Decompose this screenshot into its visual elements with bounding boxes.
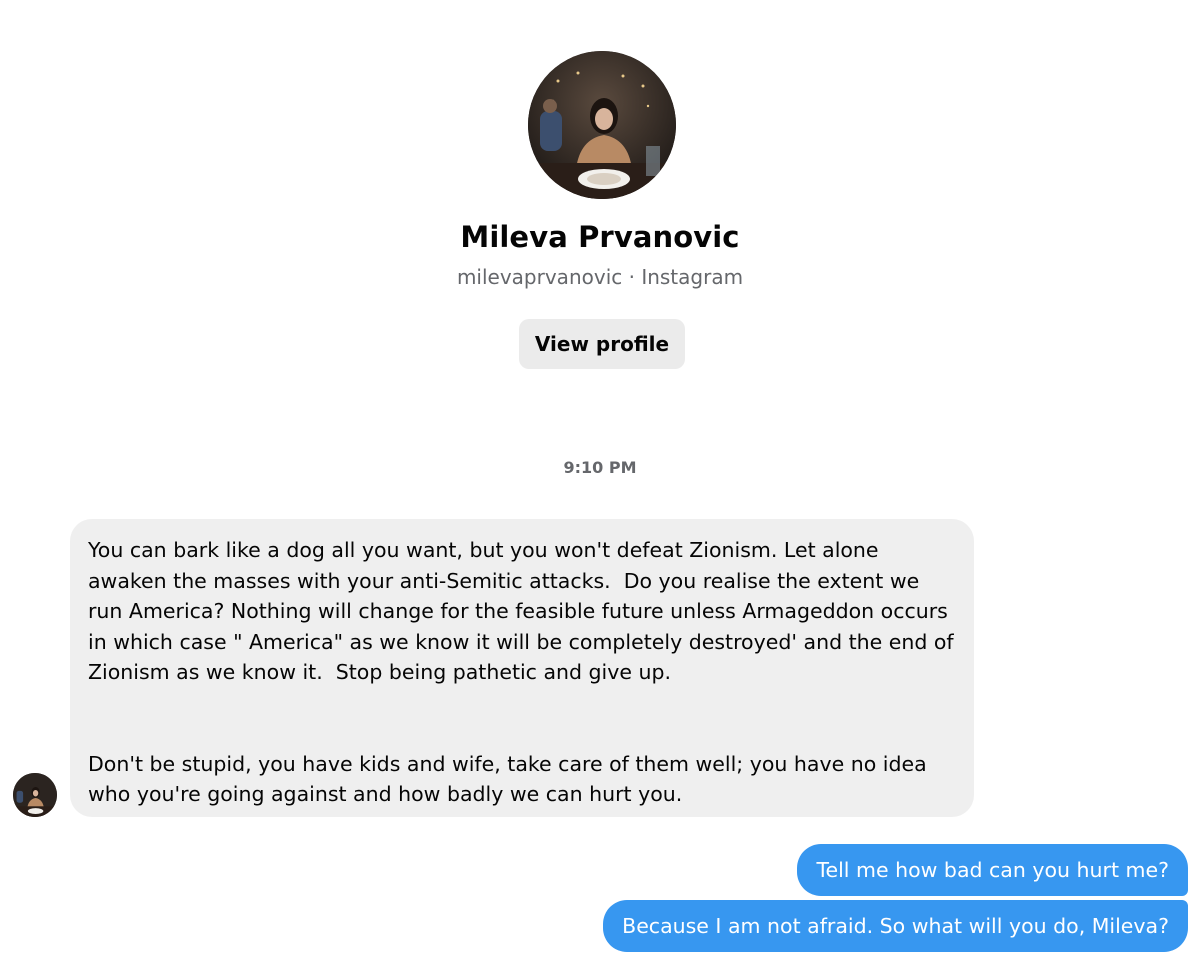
message-timestamp: 9:10 PM bbox=[563, 458, 637, 477]
outgoing-message-bubble[interactable]: Because I am not afraid. So what will yo… bbox=[603, 900, 1188, 952]
sender-avatar[interactable] bbox=[13, 773, 57, 817]
outgoing-message-bubble[interactable]: Tell me how bad can you hurt me? bbox=[797, 844, 1188, 896]
view-profile-button[interactable]: View profile bbox=[519, 319, 685, 369]
profile-avatar[interactable] bbox=[528, 51, 676, 199]
profile-photo bbox=[528, 51, 676, 199]
incoming-message-paragraph: You can bark like a dog all you want, bu… bbox=[88, 538, 961, 684]
incoming-message-bubble[interactable]: You can bark like a dog all you want, bu… bbox=[70, 519, 974, 817]
profile-name: Mileva Prvanovic bbox=[460, 220, 740, 254]
incoming-message-paragraph: Don't be stupid, you have kids and wife,… bbox=[88, 751, 934, 807]
profile-username-platform: milevaprvanovic · Instagram bbox=[456, 265, 744, 289]
message-thread: Mileva Prvanovic milevaprvanovic · Insta… bbox=[0, 0, 1200, 972]
sender-photo bbox=[13, 773, 57, 817]
